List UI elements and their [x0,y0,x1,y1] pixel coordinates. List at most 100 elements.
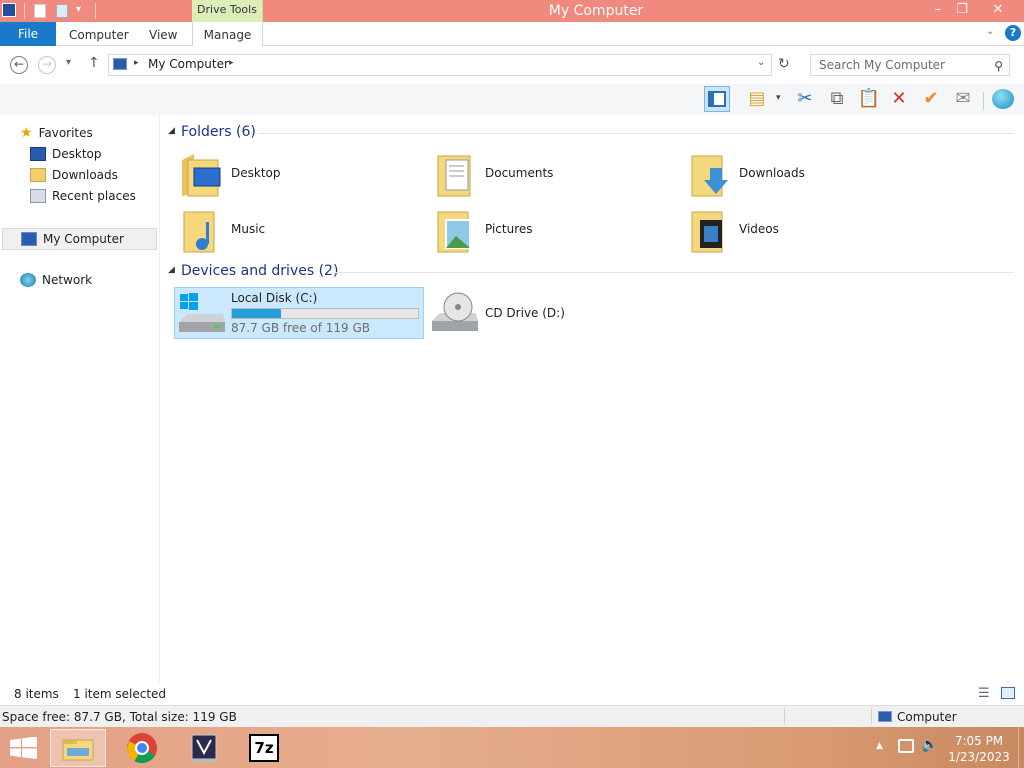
sidebar-item-favorites[interactable]: ★ Favorites [20,123,93,143]
computer-icon [21,232,37,246]
desktop-folder-icon [182,154,221,197]
copy-icon[interactable]: ⧉ [824,86,850,112]
volume-icon[interactable]: 🔈 [921,737,938,753]
breadcrumb-my-computer[interactable]: My Computer [148,57,229,71]
group-divider [258,133,1014,134]
breadcrumb-chevron-icon[interactable]: ▸ [134,58,139,68]
ribbon-tabs: File Computer View Manage ⌄ ? [0,22,1024,46]
network-icon [20,273,36,287]
address-dropdown-icon[interactable]: ⌄ [757,57,765,68]
sidebar-item-label: Favorites [38,126,93,140]
sidebar-item-my-computer[interactable]: My Computer [2,228,157,250]
chrome-icon [127,733,157,764]
star-icon: ★ [20,125,33,141]
title-bar: ▾ Drive Tools My Computer – ❐ ✕ [0,0,1024,22]
forward-button[interactable]: → [38,56,56,74]
taskbar-clock[interactable]: 7:05 PM 1/23/2023 [944,733,1014,765]
address-bar[interactable]: ▸ My Computer ▸ ⌄ [108,54,772,76]
computer-icon [113,58,127,70]
drive-name: CD Drive (D:) [485,306,565,320]
folder-name: Music [231,222,266,236]
layout-pane-button[interactable] [704,86,730,112]
clock-date: 1/23/2023 [948,750,1010,764]
refresh-icon[interactable]: ↻ [778,56,790,72]
cut-icon[interactable]: ✂ [792,86,818,112]
large-icons-view-icon[interactable] [1001,687,1015,699]
drive-item-cd-drive-d[interactable]: CD Drive (D:) [430,287,680,339]
help-icon[interactable]: ? [1005,25,1021,41]
folder-item-music[interactable]: Music [176,204,426,256]
back-button[interactable]: ← [10,56,28,74]
group-header-devices[interactable]: Devices and drives (2) [181,263,338,279]
paste-icon[interactable]: 📋 [856,86,882,112]
desktop-icon [30,147,46,161]
properties-icon[interactable]: ▤ [744,86,770,112]
downloads-folder-icon [30,168,46,182]
folder-item-videos[interactable]: Videos [684,204,934,256]
separator [983,92,984,110]
recent-locations-icon[interactable]: ▾ [66,57,71,68]
recent-places-icon [30,189,46,203]
sidebar-item-downloads[interactable]: Downloads [30,165,118,185]
folder-item-pictures[interactable]: Pictures [430,204,680,256]
file-explorer-icon [62,739,94,761]
drive-space-bar [231,308,419,319]
vm-app-icon [191,734,217,762]
search-input[interactable]: Search My Computer ⚲ [810,54,1010,76]
collapse-group-icon[interactable]: ◢ [168,126,175,136]
sidebar-item-label: Recent places [52,189,136,203]
details-view-icon[interactable]: ☰ [978,686,990,701]
show-desktop-button[interactable] [1018,727,1024,768]
music-folder-icon [183,211,215,253]
close-button[interactable]: ✕ [982,0,1014,20]
folder-name: Videos [739,222,779,236]
sidebar-item-network[interactable]: Network [20,270,92,290]
window-title: My Computer [548,3,644,19]
dropdown-icon[interactable]: ▾ [776,93,781,103]
sidebar-item-desktop[interactable]: Desktop [30,144,102,164]
taskbar-chrome[interactable] [114,729,170,767]
drive-name: Local Disk (C:) [231,291,318,305]
folder-name: Pictures [485,222,533,236]
sevenzip-icon: 7z [249,734,279,762]
tab-manage[interactable]: Manage [192,22,263,46]
folder-item-desktop[interactable]: Desktop [176,148,426,200]
cd-drive-icon [432,292,478,331]
sidebar-item-label: Network [42,273,93,287]
sidebar-item-label: Downloads [52,168,118,182]
folder-name: Documents [485,166,554,180]
item-count: 8 items [14,687,59,701]
up-button[interactable]: ↑ [88,55,100,71]
downloads-folder-icon [691,155,728,197]
taskbar-virtualbox[interactable] [176,729,232,767]
rename-check-icon[interactable]: ✔ [918,86,944,112]
expand-ribbon-icon[interactable]: ⌄ [986,26,994,37]
search-icon[interactable]: ⚲ [994,56,1003,76]
sidebar-item-recent-places[interactable]: Recent places [30,186,136,206]
documents-folder-icon [437,155,471,197]
details-bar: Space free: 87.7 GB, Total size: 119 GB … [0,705,1024,727]
network-status-icon[interactable] [898,739,914,753]
tab-view[interactable]: View [149,22,177,46]
taskbar-file-explorer[interactable] [50,729,106,767]
folder-name: Desktop [231,166,281,180]
status-bar: 8 items 1 item selected ☰ [0,683,1024,705]
folder-item-downloads[interactable]: Downloads [684,148,934,200]
sidebar-item-label: Desktop [52,147,102,161]
email-icon[interactable]: ✉ [950,86,976,112]
collapse-group-icon[interactable]: ◢ [168,265,175,275]
taskbar-7zip[interactable]: 7z [236,729,292,767]
maximize-button[interactable]: ❐ [946,0,978,20]
delete-icon[interactable]: ✕ [886,86,912,112]
drive-space-fill [232,309,281,318]
folder-item-documents[interactable]: Documents [430,148,680,200]
show-hidden-icons[interactable]: ▲ [876,741,883,751]
group-divider [334,272,1014,273]
tab-computer[interactable]: Computer [69,22,129,46]
breadcrumb-chevron-icon[interactable]: ▸ [229,58,234,68]
network-globe-icon[interactable] [992,89,1014,109]
tab-file[interactable]: File [0,22,56,46]
group-header-folders[interactable]: Folders (6) [181,124,256,140]
windows-start-icon[interactable] [10,737,38,759]
drive-item-local-disk-c[interactable]: Local Disk (C:) 87.7 GB free of 119 GB [174,287,424,339]
